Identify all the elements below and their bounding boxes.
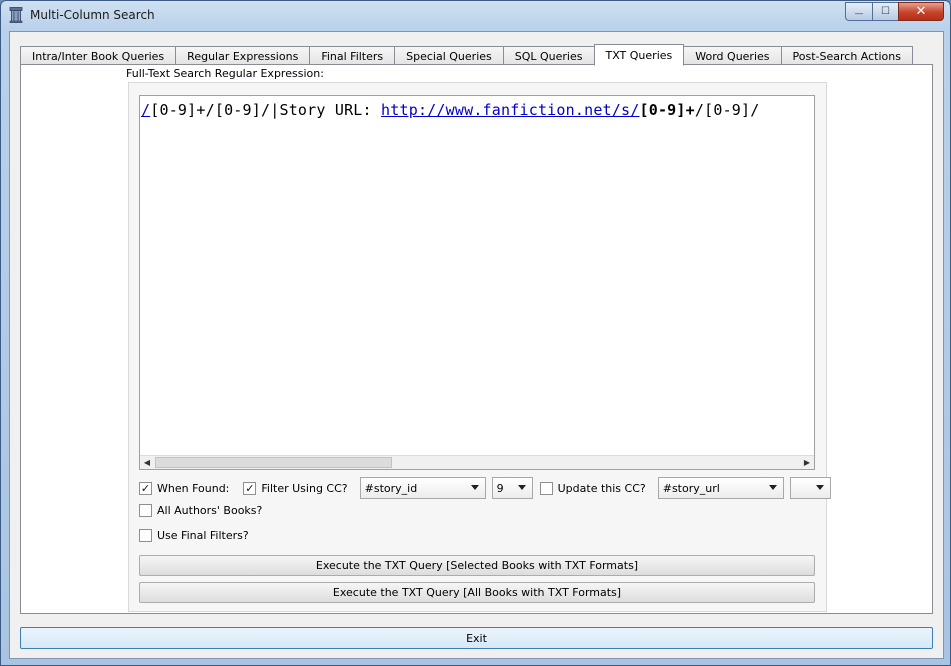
tab-bar: Intra/Inter Book Queries Regular Express… xyxy=(20,43,913,66)
tab-intra-inter-book-queries[interactable]: Intra/Inter Book Queries xyxy=(20,46,177,65)
scroll-thumb[interactable] xyxy=(155,457,392,468)
final-filters-row: Use Final Filters? xyxy=(139,529,249,542)
exit-button[interactable]: Exit xyxy=(20,627,933,649)
txt-query-group: /[0-9]+/[0-9]/|Story URL: http://www.fan… xyxy=(128,82,831,612)
minimize-button[interactable]: — xyxy=(845,2,872,21)
txt-queries-panel: Full-Text Search Regular Expression: /[0… xyxy=(20,64,933,614)
when-found-label: When Found: xyxy=(157,481,230,495)
all-authors-checkbox[interactable] xyxy=(139,504,152,517)
update-column-value: #story_url xyxy=(662,481,720,495)
tab-regular-expressions[interactable]: Regular Expressions xyxy=(175,46,311,65)
scroll-right-icon[interactable]: ▶ xyxy=(800,456,814,469)
regex-token-digits: [0-9]+ xyxy=(639,101,695,119)
tab-special-queries[interactable]: Special Queries xyxy=(394,46,504,65)
chevron-down-icon xyxy=(470,485,479,490)
app-icon xyxy=(9,7,23,23)
chevron-down-icon xyxy=(768,485,777,490)
update-column-combo[interactable]: #story_url xyxy=(657,477,784,499)
tab-post-search-actions[interactable]: Post-Search Actions xyxy=(780,46,913,65)
update-cc-checkbox[interactable] xyxy=(539,481,553,495)
regex-token-url: http://www.fanfiction.net/s/ xyxy=(381,101,640,119)
regex-token-pattern: [0-9]+/[0-9]/|Story URL: xyxy=(150,101,382,119)
filter-value: 9 xyxy=(496,481,504,495)
options-row: ✓ When Found: ✓ Filter Using CC? #story_… xyxy=(139,477,831,499)
filter-value-combo[interactable]: 9 xyxy=(491,477,533,499)
caption-buttons: — ☐ ✕ xyxy=(845,2,944,21)
filter-column-value: #story_id xyxy=(364,481,418,495)
regex-text: /[0-9]+/[0-9]/|Story URL: http://www.fan… xyxy=(141,101,760,119)
tab-txt-queries[interactable]: TXT Queries xyxy=(593,44,685,66)
title-bar[interactable]: Multi-Column Search — ☐ ✕ xyxy=(1,1,950,29)
scroll-left-icon[interactable]: ◀ xyxy=(140,456,154,469)
execute-all-button[interactable]: Execute the TXT Query [All Books with TX… xyxy=(139,582,815,603)
regex-token-slash: / xyxy=(141,101,151,119)
tab-word-queries[interactable]: Word Queries xyxy=(683,46,782,65)
main-window: Multi-Column Search — ☐ ✕ Intra/Inter Bo… xyxy=(0,0,951,666)
regex-token-tail: /[0-9]/ xyxy=(694,101,760,119)
client-area: Intra/Inter Book Queries Regular Express… xyxy=(9,31,944,659)
chevron-down-icon xyxy=(815,485,824,490)
all-authors-row: All Authors' Books? xyxy=(139,504,262,517)
when-found-checkbox[interactable]: ✓ xyxy=(139,481,152,495)
tab-final-filters[interactable]: Final Filters xyxy=(309,46,396,65)
minimize-icon: — xyxy=(854,8,864,19)
execute-selected-button[interactable]: Execute the TXT Query [Selected Books wi… xyxy=(139,555,815,576)
update-value-combo[interactable] xyxy=(789,477,831,499)
use-final-filters-label: Use Final Filters? xyxy=(157,529,249,542)
maximize-icon: ☐ xyxy=(881,6,890,17)
regex-section-label: Full-Text Search Regular Expression: xyxy=(126,67,324,80)
filter-column-combo[interactable]: #story_id xyxy=(359,477,486,499)
filter-using-cc-label: Filter Using CC? xyxy=(261,481,348,495)
close-button[interactable]: ✕ xyxy=(898,2,944,21)
all-authors-label: All Authors' Books? xyxy=(157,504,263,517)
filter-using-cc-checkbox[interactable]: ✓ xyxy=(243,481,257,495)
close-icon: ✕ xyxy=(915,4,927,19)
tab-sql-queries[interactable]: SQL Queries xyxy=(502,46,595,65)
regex-editor[interactable]: /[0-9]+/[0-9]/|Story URL: http://www.fan… xyxy=(139,95,815,470)
horizontal-scrollbar[interactable]: ◀ ▶ xyxy=(140,455,814,469)
window-title: Multi-Column Search xyxy=(30,8,155,22)
chevron-down-icon xyxy=(517,485,526,490)
use-final-filters-checkbox[interactable] xyxy=(139,529,152,542)
update-cc-label: Update this CC? xyxy=(557,481,646,495)
maximize-button[interactable]: ☐ xyxy=(872,2,898,21)
